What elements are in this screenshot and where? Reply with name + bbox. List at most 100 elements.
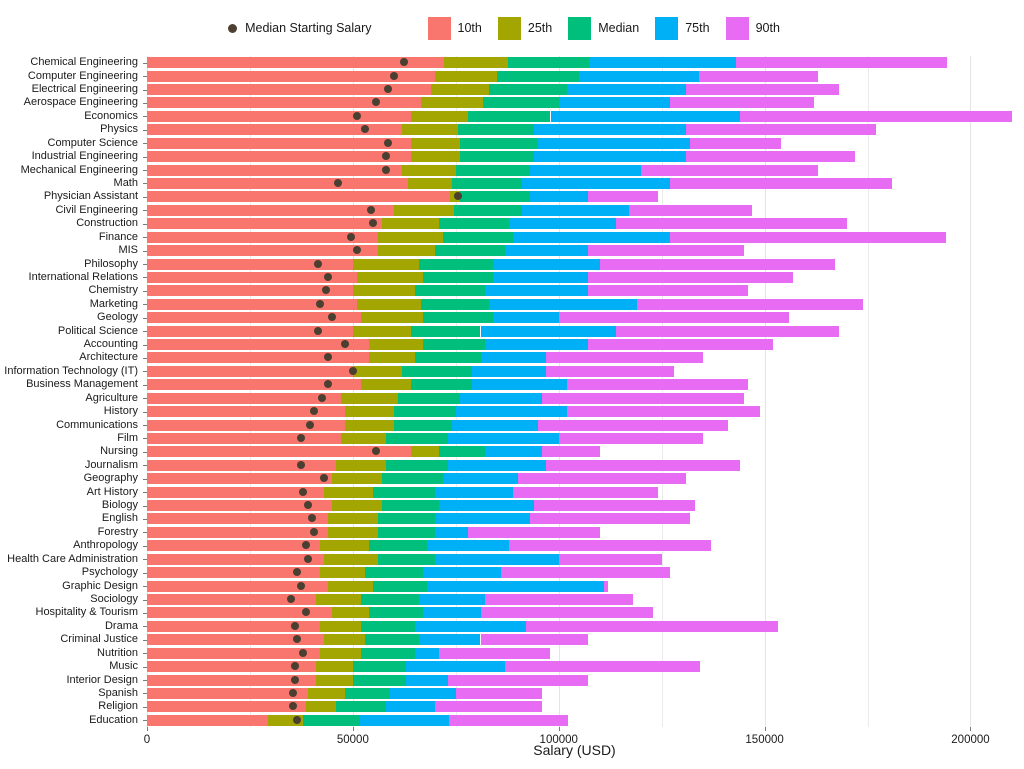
- bar-segment-25th[interactable]: [369, 339, 423, 351]
- bar-segment-median[interactable]: [373, 486, 436, 498]
- bar-segment-median[interactable]: [361, 620, 415, 632]
- bar-segment-90th[interactable]: [484, 594, 633, 605]
- bar-segment-90th[interactable]: [525, 620, 779, 632]
- bar-segment-75th[interactable]: [529, 191, 588, 203]
- bar-segment-25th[interactable]: [410, 110, 469, 122]
- median-starting-salary-point[interactable]: [291, 675, 300, 684]
- bar-segment-25th[interactable]: [361, 312, 423, 324]
- bar-segment-median[interactable]: [443, 231, 514, 243]
- bar-segment-75th[interactable]: [443, 473, 518, 485]
- median-starting-salary-point[interactable]: [309, 527, 318, 536]
- bar-segment-25th[interactable]: [394, 204, 454, 216]
- bar-segment-25th[interactable]: [361, 379, 411, 391]
- bar-segment-10th[interactable]: [147, 298, 357, 310]
- bar-segment-median[interactable]: [455, 164, 530, 176]
- bar-segment-10th[interactable]: [147, 177, 409, 189]
- bar-segment-75th[interactable]: [426, 580, 605, 592]
- bar-segment-75th[interactable]: [414, 620, 526, 632]
- bar-segment-75th[interactable]: [492, 312, 559, 324]
- bar-segment-10th[interactable]: [147, 419, 345, 431]
- bar-segment-75th[interactable]: [455, 406, 567, 418]
- bar-row[interactable]: [147, 594, 1024, 605]
- bar-segment-75th[interactable]: [435, 486, 514, 498]
- bar-segment-75th[interactable]: [492, 258, 600, 270]
- bar-segment-median[interactable]: [496, 70, 580, 82]
- median-starting-salary-point[interactable]: [348, 366, 357, 375]
- bar-segment-75th[interactable]: [385, 701, 436, 713]
- bar-segment-90th[interactable]: [686, 84, 839, 96]
- bar-segment-25th[interactable]: [328, 513, 378, 525]
- bar-segment-median[interactable]: [453, 204, 522, 216]
- bar-segment-75th[interactable]: [459, 392, 543, 404]
- bar-row[interactable]: [147, 379, 1024, 391]
- bar-segment-25th[interactable]: [377, 245, 436, 257]
- bar-segment-75th[interactable]: [488, 298, 637, 310]
- bar-segment-75th[interactable]: [529, 164, 642, 176]
- bar-segment-75th[interactable]: [521, 177, 670, 189]
- bar-segment-75th[interactable]: [389, 687, 456, 699]
- bar-row[interactable]: [147, 567, 1024, 579]
- median-starting-salary-point[interactable]: [315, 299, 324, 308]
- bar-row[interactable]: [147, 339, 1024, 351]
- bar-segment-75th[interactable]: [360, 714, 450, 726]
- bar-segment-median[interactable]: [422, 339, 485, 351]
- bar-segment-10th[interactable]: [147, 218, 382, 230]
- bar-segment-75th[interactable]: [579, 70, 699, 82]
- bar-segment-10th[interactable]: [147, 191, 450, 203]
- median-starting-salary-point[interactable]: [317, 393, 326, 402]
- bar-segment-90th[interactable]: [628, 204, 753, 216]
- bar-segment-25th[interactable]: [324, 486, 374, 498]
- bar-segment-median[interactable]: [418, 258, 493, 270]
- bar-segment-90th[interactable]: [669, 177, 893, 189]
- bar-segment-10th[interactable]: [147, 204, 395, 216]
- bar-segment-25th[interactable]: [352, 285, 415, 297]
- bar-row[interactable]: [147, 432, 1024, 444]
- bar-segment-median[interactable]: [303, 714, 361, 726]
- bar-segment-75th[interactable]: [414, 647, 440, 659]
- bar-segment-75th[interactable]: [589, 57, 737, 69]
- bar-segment-25th[interactable]: [319, 647, 362, 659]
- bar-segment-25th[interactable]: [435, 70, 497, 82]
- bar-segment-75th[interactable]: [534, 124, 687, 136]
- bar-segment-90th[interactable]: [669, 231, 946, 243]
- median-starting-salary-point[interactable]: [371, 447, 380, 456]
- bar-segment-75th[interactable]: [558, 97, 670, 109]
- median-starting-salary-point[interactable]: [352, 111, 361, 120]
- bar-segment-10th[interactable]: [147, 714, 269, 726]
- bar-segment-90th[interactable]: [587, 285, 749, 297]
- bar-segment-75th[interactable]: [513, 231, 670, 243]
- bar-row[interactable]: [147, 553, 1024, 565]
- bar-row[interactable]: [147, 84, 1024, 96]
- bar-row[interactable]: [147, 245, 1024, 257]
- bar-segment-75th[interactable]: [435, 553, 559, 565]
- bar-segment-90th[interactable]: [587, 339, 773, 351]
- bar-segment-median[interactable]: [381, 473, 444, 485]
- bar-segment-median[interactable]: [365, 567, 423, 579]
- bar-segment-25th[interactable]: [402, 124, 458, 136]
- bar-segment-10th[interactable]: [147, 486, 325, 498]
- median-starting-salary-point[interactable]: [383, 138, 392, 147]
- bar-segment-75th[interactable]: [480, 352, 547, 364]
- median-starting-salary-point[interactable]: [340, 340, 349, 349]
- bar-segment-75th[interactable]: [406, 674, 448, 686]
- bar-row[interactable]: [147, 446, 1024, 458]
- bar-segment-25th[interactable]: [340, 392, 399, 404]
- bar-segment-25th[interactable]: [328, 526, 378, 538]
- bar-row[interactable]: [147, 687, 1024, 699]
- bar-segment-25th[interactable]: [356, 298, 421, 310]
- median-starting-salary-point[interactable]: [303, 501, 312, 510]
- bar-segment-10th[interactable]: [147, 245, 378, 257]
- bar-segment-25th[interactable]: [381, 218, 440, 230]
- bar-segment-90th[interactable]: [686, 124, 876, 136]
- bar-segment-75th[interactable]: [492, 271, 588, 283]
- bar-segment-10th[interactable]: [147, 432, 341, 444]
- bar-segment-75th[interactable]: [484, 446, 543, 458]
- bar-row[interactable]: [147, 513, 1024, 525]
- bar-row[interactable]: [147, 271, 1024, 283]
- bar-segment-median[interactable]: [377, 553, 436, 565]
- bar-segment-75th[interactable]: [484, 339, 588, 351]
- bar-segment-90th[interactable]: [480, 607, 654, 619]
- bar-segment-median[interactable]: [381, 500, 440, 512]
- bar-segment-median[interactable]: [410, 379, 473, 391]
- bar-segment-75th[interactable]: [422, 567, 502, 579]
